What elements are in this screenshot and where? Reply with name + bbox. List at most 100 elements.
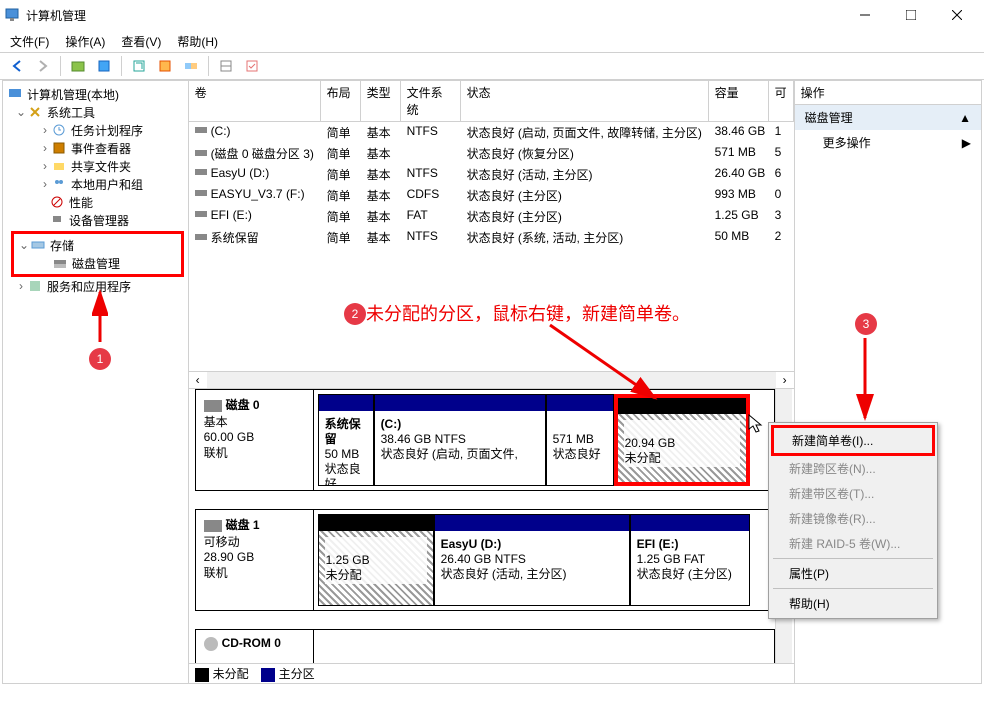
tree-task-scheduler[interactable]: ›任务计划程序	[5, 121, 186, 139]
volume-row[interactable]: (磁盘 0 磁盘分区 3)简单基本状态良好 (恢复分区)571 MB5	[189, 143, 794, 164]
annotation-text-2: 未分配的分区，鼠标右键，新建简单卷。	[366, 300, 690, 326]
partition-unallocated-d1[interactable]: 1.25 GB未分配	[318, 514, 434, 606]
close-button[interactable]	[934, 0, 980, 30]
services-icon	[27, 278, 43, 294]
annotation-badge-1: 1	[89, 348, 111, 370]
folder-icon	[51, 158, 67, 174]
disk-0-row: 磁盘 0 基本 60.00 GB 联机 系统保留50 MB状态良好 (C:)38…	[195, 389, 775, 491]
col-free[interactable]: 可	[769, 81, 794, 121]
disk-graphical-view: 磁盘 0 基本 60.00 GB 联机 系统保留50 MB状态良好 (C:)38…	[189, 389, 794, 663]
volume-row[interactable]: (C:)简单基本NTFS状态良好 (启动, 页面文件, 故障转储, 主分区)38…	[189, 122, 794, 143]
disk-icon	[204, 400, 222, 412]
cdrom-row: CD-ROM 0	[195, 629, 775, 663]
volume-icon	[195, 124, 207, 138]
minimize-button[interactable]	[842, 0, 888, 30]
col-layout[interactable]: 布局	[321, 81, 361, 121]
menu-file[interactable]: 文件(F)	[6, 33, 53, 50]
toolbar-icon-2[interactable]	[93, 55, 115, 77]
event-icon	[51, 140, 67, 156]
app-icon	[4, 7, 20, 23]
toolbar-icon-4[interactable]	[154, 55, 176, 77]
col-fs[interactable]: 文件系统	[401, 81, 461, 121]
device-icon	[49, 212, 65, 228]
tree-event-viewer[interactable]: ›事件查看器	[5, 139, 186, 157]
navigation-tree: 计算机管理(本地) ⌄ 系统工具 ›任务计划程序 ›事件查看器 ›共享文件夹 ›…	[3, 81, 189, 683]
title-bar: 计算机管理	[0, 0, 984, 30]
horizontal-scrollbar[interactable]: ‹›	[189, 371, 794, 389]
col-capacity[interactable]: 容量	[709, 81, 769, 121]
clock-icon	[51, 122, 67, 138]
volume-list-header: 卷 布局 类型 文件系统 状态 容量 可	[189, 81, 794, 122]
tree-shared-folders[interactable]: ›共享文件夹	[5, 157, 186, 175]
tree-system-tools[interactable]: ⌄ 系统工具	[5, 103, 186, 121]
disk-1-row: 磁盘 1 可移动 28.90 GB 联机 1.25 GB未分配 EasyU (D…	[195, 509, 775, 611]
tree-disk-management[interactable]: 磁盘管理	[14, 254, 181, 272]
expand-icon[interactable]: ⌄	[18, 238, 30, 252]
tree-device-manager[interactable]: 设备管理器	[5, 211, 186, 229]
partition-unallocated[interactable]: 20.94 GB未分配	[614, 394, 750, 486]
partition-efi[interactable]: EFI (E:)1.25 GB FAT状态良好 (主分区)	[630, 514, 750, 606]
menu-new-spanned-volume: 新建跨区卷(N)...	[771, 456, 935, 481]
mouse-cursor-icon	[748, 414, 764, 434]
toolbar-icon-7[interactable]	[241, 55, 263, 77]
back-button[interactable]	[6, 55, 28, 77]
tools-icon	[27, 104, 43, 120]
menu-help[interactable]: 帮助(H)	[173, 33, 222, 50]
refresh-button[interactable]	[128, 55, 150, 77]
perf-icon	[49, 194, 65, 210]
legend: 未分配 主分区	[189, 663, 794, 683]
forward-button[interactable]	[32, 55, 54, 77]
tree-local-users[interactable]: ›本地用户和组	[5, 175, 186, 193]
volume-row[interactable]: 系统保留简单基本NTFS状态良好 (系统, 活动, 主分区)50 MB2	[189, 227, 794, 248]
actions-disk-mgmt[interactable]: 磁盘管理 ▲	[795, 105, 981, 130]
partition-system-reserved[interactable]: 系统保留50 MB状态良好	[318, 394, 374, 486]
menu-new-striped-volume: 新建带区卷(T)...	[771, 481, 935, 506]
menu-help[interactable]: 帮助(H)	[771, 591, 935, 616]
maximize-button[interactable]	[888, 0, 934, 30]
toolbar-icon-5[interactable]	[180, 55, 202, 77]
actions-header: 操作	[795, 81, 981, 105]
actions-more[interactable]: 更多操作 ▶	[795, 130, 981, 155]
volume-icon	[195, 166, 207, 180]
partition-c[interactable]: (C:)38.46 GB NTFS状态良好 (启动, 页面文件,	[374, 394, 546, 486]
partition-easyu[interactable]: EasyU (D:)26.40 GB NTFS状态良好 (活动, 主分区)	[434, 514, 630, 606]
storage-icon	[30, 237, 46, 253]
volume-icon	[195, 187, 207, 201]
volume-icon	[195, 147, 207, 161]
disk-0-label[interactable]: 磁盘 0 基本 60.00 GB 联机	[196, 390, 314, 490]
window-title: 计算机管理	[26, 7, 86, 24]
toolbar-icon-6[interactable]	[215, 55, 237, 77]
volume-icon	[195, 208, 207, 222]
disk-1-label[interactable]: 磁盘 1 可移动 28.90 GB 联机	[196, 510, 314, 610]
computer-mgmt-icon	[7, 86, 23, 102]
menu-view[interactable]: 查看(V)	[117, 33, 165, 50]
volume-row[interactable]: EFI (E:)简单基本FAT状态良好 (主分区)1.25 GB3	[189, 206, 794, 227]
content-area: 卷 布局 类型 文件系统 状态 容量 可 (C:)简单基本NTFS状态良好 (启…	[189, 81, 794, 683]
toolbar-icon-1[interactable]	[67, 55, 89, 77]
tree-services[interactable]: › 服务和应用程序	[5, 277, 186, 295]
partition-recovery[interactable]: 571 MB状态良好	[546, 394, 614, 486]
context-menu: 新建简单卷(I)... 新建跨区卷(N)... 新建带区卷(T)... 新建镜像…	[768, 422, 938, 619]
col-type[interactable]: 类型	[361, 81, 401, 121]
volume-row[interactable]: EasyU (D:)简单基本NTFS状态良好 (活动, 主分区)26.40 GB…	[189, 164, 794, 185]
cdrom-icon	[204, 637, 218, 651]
menu-new-raid5-volume: 新建 RAID-5 卷(W)...	[771, 531, 935, 556]
tree-storage[interactable]: ⌄ 存储	[14, 236, 181, 254]
cdrom-label[interactable]: CD-ROM 0	[196, 630, 314, 663]
menu-new-mirrored-volume: 新建镜像卷(R)...	[771, 506, 935, 531]
col-status[interactable]: 状态	[461, 81, 709, 121]
tree-performance[interactable]: 性能	[5, 193, 186, 211]
annotation-badge-2: 2	[344, 303, 366, 325]
volume-row[interactable]: EASYU_V3.7 (F:)简单基本CDFS状态良好 (主分区)993 MB0	[189, 185, 794, 206]
volume-icon	[195, 231, 207, 245]
col-volume[interactable]: 卷	[189, 81, 321, 121]
users-icon	[51, 176, 67, 192]
expand-icon[interactable]: ⌄	[15, 105, 27, 119]
toolbar	[0, 52, 984, 80]
menu-action[interactable]: 操作(A)	[61, 33, 109, 50]
menu-new-simple-volume[interactable]: 新建简单卷(I)...	[774, 428, 932, 453]
disk-mgmt-icon	[52, 255, 68, 271]
menu-properties[interactable]: 属性(P)	[771, 561, 935, 586]
tree-root[interactable]: 计算机管理(本地)	[5, 85, 186, 103]
volume-list: 卷 布局 类型 文件系统 状态 容量 可 (C:)简单基本NTFS状态良好 (启…	[189, 81, 794, 371]
